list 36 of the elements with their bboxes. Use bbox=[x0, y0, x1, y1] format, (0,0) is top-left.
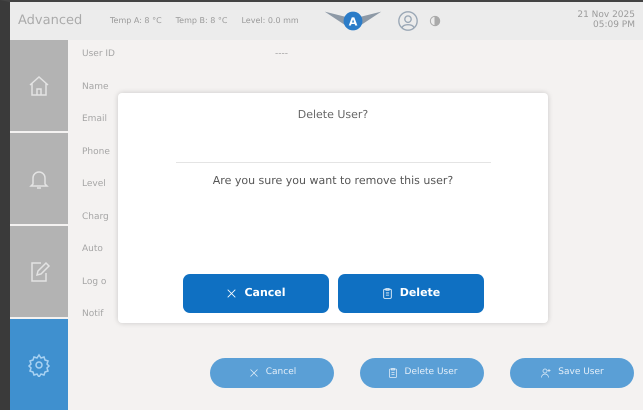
clipboard-icon bbox=[380, 287, 394, 300]
field-label: Name bbox=[82, 80, 109, 94]
field-label: Auto bbox=[82, 243, 103, 256]
save-user-button[interactable]: Save User bbox=[510, 358, 634, 388]
time-text: 05:09 PM bbox=[592, 21, 635, 31]
field-label: Phone bbox=[82, 146, 110, 158]
field-label: Email bbox=[82, 113, 107, 126]
delete-button[interactable]: Delete bbox=[338, 274, 484, 313]
sensor-reading: Level: 0.0 mm bbox=[241, 15, 299, 27]
delete-user-button[interactable]: Delete User bbox=[360, 358, 484, 388]
cancel-user-button[interactable]: Cancel bbox=[210, 358, 334, 388]
field-label: User ID bbox=[82, 48, 115, 61]
close-icon bbox=[225, 287, 238, 300]
sensor-reading: Temp B: 8 °C bbox=[176, 15, 228, 27]
field-label: Charg bbox=[82, 210, 109, 224]
user-icon bbox=[396, 10, 419, 32]
sensor-reading: Temp A: 8 °C bbox=[110, 15, 162, 27]
home-icon bbox=[27, 74, 51, 98]
close-icon bbox=[248, 367, 260, 379]
sidebar-tab[interactable] bbox=[10, 40, 68, 131]
date-text: 21 Nov 2025 bbox=[577, 11, 635, 20]
user-plus-icon bbox=[540, 367, 552, 379]
clipboard-icon bbox=[386, 367, 399, 379]
cancel-button[interactable]: Cancel bbox=[182, 274, 328, 313]
sidebar-tab[interactable] bbox=[10, 133, 68, 224]
dialog-message: Are you sure you want to remove this user? bbox=[212, 172, 454, 188]
page-title: Advanced bbox=[18, 12, 84, 30]
winged-logo: A bbox=[322, 7, 383, 35]
dialog-title: Delete User? bbox=[298, 107, 368, 123]
field-label: Notif bbox=[82, 308, 104, 321]
field-value: ---- bbox=[274, 48, 288, 61]
sidebar-tab[interactable] bbox=[10, 319, 68, 410]
field-label: Log o bbox=[82, 276, 106, 288]
field-label: Level bbox=[82, 178, 106, 191]
settings-icon bbox=[27, 352, 51, 376]
sidebar-tab[interactable] bbox=[10, 226, 68, 317]
